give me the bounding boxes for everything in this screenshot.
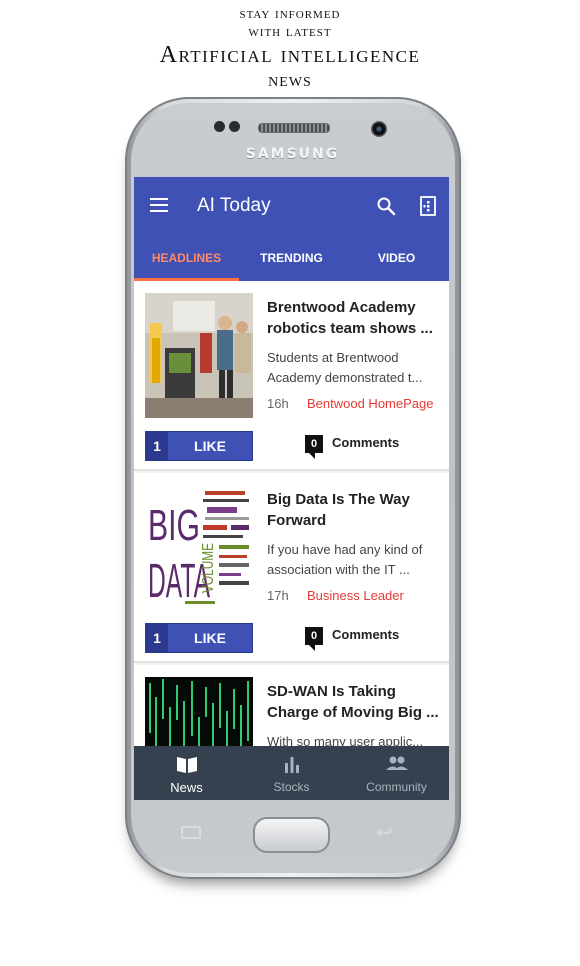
search-icon[interactable] [376, 196, 396, 216]
app-bar: AI Today HEADLINES TRENDING VIDEO [134, 177, 449, 281]
back-key-icon[interactable]: ↩ [376, 823, 393, 843]
comment-icon[interactable]: 0 [305, 435, 323, 459]
nav-label: Community [366, 780, 427, 794]
device-brand: SAMSUNG [245, 146, 340, 162]
tab-bar: HEADLINES TRENDING VIDEO [134, 241, 449, 281]
bottom-navigation: News Stocks Community [134, 746, 449, 800]
recent-apps-key[interactable] [181, 826, 201, 839]
front-camera [371, 121, 387, 137]
front-sensor [229, 121, 240, 132]
article-age: 17h [267, 588, 289, 603]
like-button[interactable]: 1 LIKE [145, 431, 253, 461]
earpiece-speaker [258, 123, 330, 133]
book-icon [177, 757, 197, 773]
tab-trending[interactable]: TRENDING [239, 241, 344, 281]
article-title[interactable]: Big Data Is The Way Forward [267, 489, 439, 531]
promo-line-3: Artificial intelligence [159, 42, 421, 68]
nav-news[interactable]: News [134, 746, 239, 800]
nav-stocks[interactable]: Stocks [239, 746, 344, 800]
like-label: LIKE [194, 438, 226, 454]
big-data-word-cloud: BIG DATA VOLUME [145, 485, 253, 610]
article-card[interactable]: Brentwood Academy robotics team shows ..… [134, 281, 449, 471]
news-feed[interactable]: Brentwood Academy robotics team shows ..… [134, 281, 449, 746]
big-word: BIG [148, 501, 200, 550]
article-summary: Students at Brentwood Academy demonstrat… [267, 350, 423, 385]
people-icon [386, 756, 408, 770]
article-card[interactable]: SD-WAN Is Taking Charge of Moving Big ..… [134, 665, 449, 746]
nav-label: News [170, 780, 203, 795]
article-source[interactable]: Bentwood HomePage [307, 396, 433, 411]
article-summary: If you have had any kind of association … [267, 542, 423, 577]
menu-icon[interactable] [150, 198, 168, 212]
article-card[interactable]: BIG DATA VOLUME Big Data Is The Way Forw… [134, 473, 449, 663]
like-count: 1 [146, 432, 168, 460]
app-screen: AI Today HEADLINES TRENDING VIDEO Brentw… [134, 177, 449, 800]
home-button[interactable] [253, 817, 330, 853]
like-count: 1 [146, 624, 168, 652]
nav-community[interactable]: Community [344, 746, 449, 800]
comments-link[interactable]: Comments [332, 435, 399, 450]
promo-line-2: with latest [248, 24, 332, 40]
front-sensor [214, 121, 225, 132]
nav-label: Stocks [273, 780, 310, 794]
article-summary: With so many user applic... [267, 734, 424, 746]
bar-chart-icon [285, 757, 299, 773]
promo-line-1: stay informed [239, 6, 341, 22]
promo-line-4: news [268, 69, 312, 91]
article-age: 16h [267, 396, 289, 411]
robotics-team-photo [145, 293, 253, 418]
tab-headlines[interactable]: HEADLINES [134, 241, 239, 281]
filter-icon[interactable] [419, 196, 437, 216]
comments-link[interactable]: Comments [332, 627, 399, 642]
like-label: LIKE [194, 630, 226, 646]
like-button[interactable]: 1 LIKE [145, 623, 253, 653]
tab-video[interactable]: VIDEO [344, 241, 449, 281]
matrix-code-image [145, 677, 253, 746]
comment-icon[interactable]: 0 [305, 627, 323, 651]
volume-word: VOLUME [200, 543, 217, 593]
article-title[interactable]: SD-WAN Is Taking Charge of Moving Big ..… [267, 681, 439, 723]
article-source[interactable]: Business Leader [307, 588, 404, 603]
app-title: AI Today [197, 195, 271, 216]
article-title[interactable]: Brentwood Academy robotics team shows ..… [267, 297, 439, 339]
